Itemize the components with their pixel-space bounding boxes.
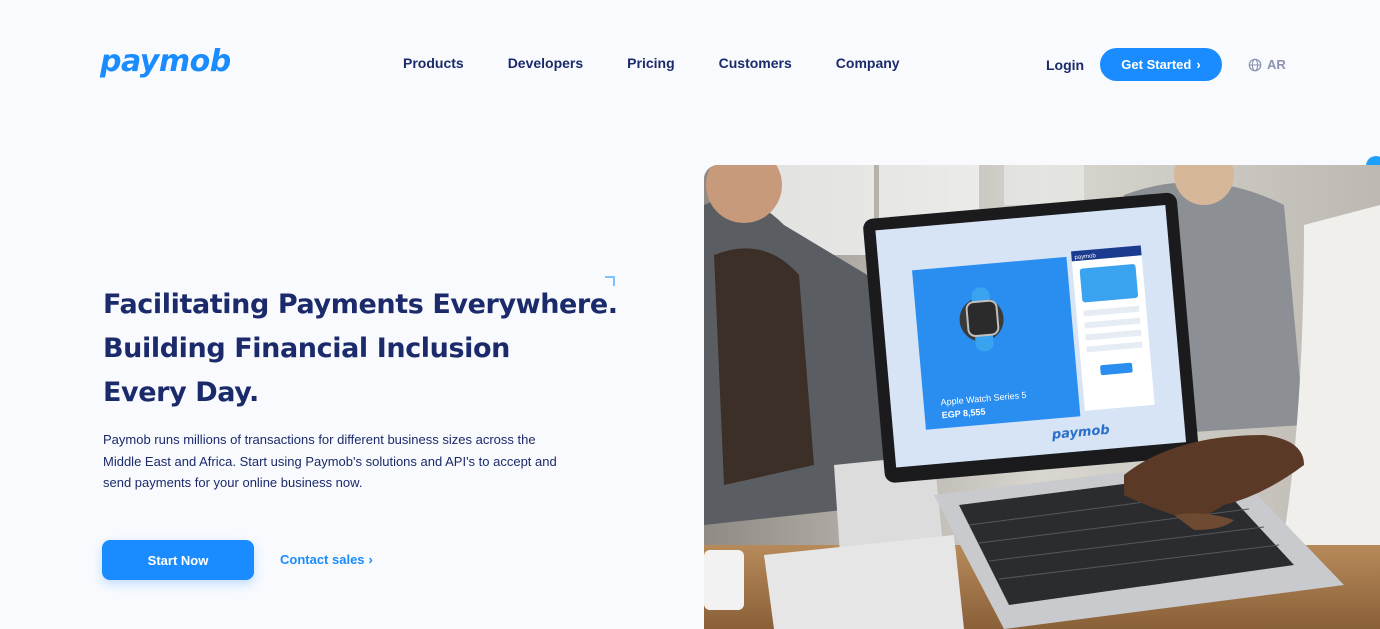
globe-icon: [1248, 58, 1262, 71]
hero-description: Paymob runs millions of transactions for…: [103, 432, 557, 490]
start-now-button[interactable]: Start Now: [102, 540, 254, 580]
contact-sales-link[interactable]: Contact sales ›: [280, 552, 373, 567]
chevron-right-icon: ›: [1196, 57, 1201, 72]
language-label: AR: [1267, 57, 1286, 72]
hero-title-line: Every Day.: [103, 377, 259, 408]
decorative-corner: [605, 276, 615, 286]
get-started-button[interactable]: Get Started ›: [1100, 48, 1222, 81]
language-switcher[interactable]: AR: [1248, 57, 1286, 72]
nav-item-company[interactable]: Company: [836, 55, 900, 71]
hero-title-line: Building Financial Inclusion: [103, 333, 510, 364]
paymob-logo[interactable]: paymob: [100, 44, 231, 79]
nav-item-developers[interactable]: Developers: [508, 55, 583, 71]
nav-item-customers[interactable]: Customers: [719, 55, 792, 71]
hero-title: Facilitating Payments Everywhere. Buildi…: [103, 283, 623, 415]
laptop-photo-illustration: Apple Watch Series 5 EGP 8,555 paymob pa…: [704, 165, 1380, 629]
nav-item-pricing[interactable]: Pricing: [627, 55, 674, 71]
main-menu: Products Developers Pricing Customers Co…: [403, 55, 944, 71]
hero-title-line: Facilitating Payments Everywhere.: [103, 289, 618, 320]
get-started-label: Get Started: [1121, 57, 1192, 72]
contact-sales-label: Contact sales: [280, 552, 365, 567]
nav-item-products[interactable]: Products: [403, 55, 464, 71]
login-link[interactable]: Login: [1046, 57, 1084, 73]
top-navigation: paymob Products Developers Pricing Custo…: [0, 0, 1380, 130]
chevron-right-icon: ›: [368, 552, 373, 567]
hero-image: Apple Watch Series 5 EGP 8,555 paymob pa…: [704, 165, 1380, 629]
